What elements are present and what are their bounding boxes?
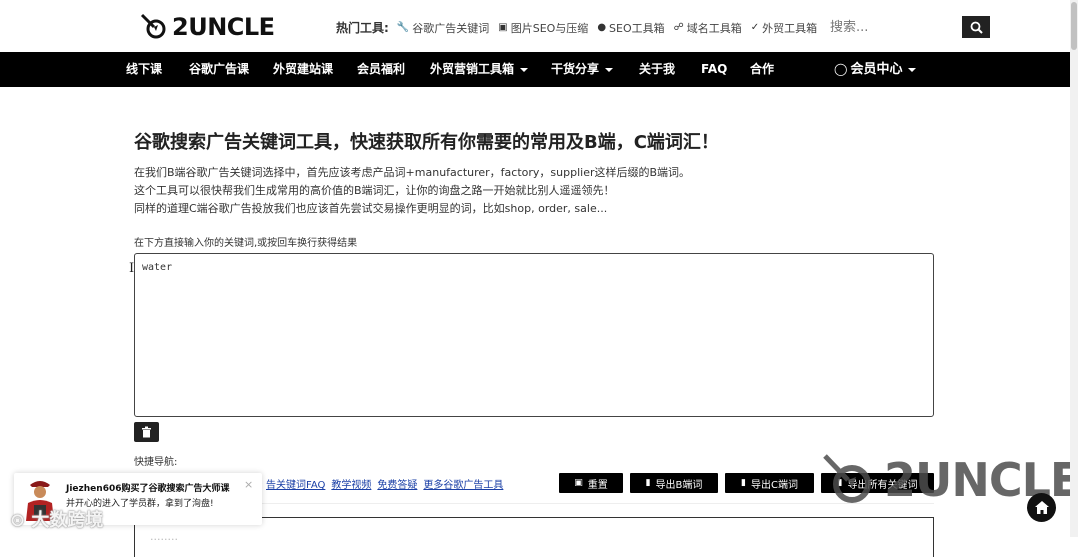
chart-icon: ▮ bbox=[741, 478, 746, 488]
nav-item-label: 外贸建站课 bbox=[273, 62, 334, 76]
hot-tools-label: 热门工具: bbox=[336, 21, 389, 35]
hot-tool-domain[interactable]: ☍ 域名工具箱 bbox=[674, 20, 742, 36]
nav-item-label: 外贸营销工具箱 bbox=[430, 62, 515, 76]
hot-tool-label: SEO工具箱 bbox=[609, 21, 665, 35]
keyword-textarea-wrapper: water bbox=[134, 253, 934, 417]
description-line: 在我们B端谷歌广告关键词选择中，首先应该考虑产品词+manufacturer，f… bbox=[134, 166, 691, 179]
hot-tool-seo[interactable]: ● SEO工具箱 bbox=[597, 20, 664, 36]
notification-title: Jiezhen606购买了谷歌搜索广告大师课 bbox=[66, 484, 230, 494]
caret-down-icon bbox=[520, 67, 529, 72]
nav-item-member-benefits[interactable]: 会员福利 bbox=[357, 52, 405, 87]
reset-label: 重置 bbox=[587, 479, 608, 491]
input-instruction: 在下方直接输入你的关键词,或按回车换行获得结果 bbox=[134, 238, 358, 249]
nav-item-label: FAQ bbox=[701, 62, 728, 76]
search-button[interactable] bbox=[962, 16, 990, 38]
page-description: 在我们B端谷歌广告关键词选择中，首先应该考虑产品词+manufacturer，f… bbox=[134, 164, 690, 218]
caret-down-icon bbox=[908, 67, 917, 72]
nav-item-cooperation[interactable]: 合作 bbox=[750, 52, 774, 87]
link-tutorial-video[interactable]: 教学视频 bbox=[331, 476, 371, 491]
scrollbar-thumb[interactable] bbox=[1071, 2, 1077, 50]
nav-member-center[interactable]: ◯ 会员中心 bbox=[834, 52, 917, 87]
reset-button[interactable]: ▣ 重置 bbox=[559, 473, 623, 493]
logo-text: 2UNCLE bbox=[172, 13, 275, 41]
hot-tool-label: 外贸工具箱 bbox=[762, 21, 818, 35]
close-icon[interactable]: × bbox=[244, 478, 253, 491]
link-keyword-faq[interactable]: 告关键词FAQ bbox=[266, 476, 325, 491]
nav-item-offline-course[interactable]: 线下课 bbox=[126, 52, 162, 87]
main-nav: 线下课 谷歌广告课 外贸建站课 会员福利 外贸营销工具箱 干货分享 关于我 FA… bbox=[0, 52, 1078, 87]
chart-icon: ▮ bbox=[645, 478, 651, 488]
export-b-button[interactable]: ▮ 导出B端词 bbox=[630, 473, 718, 493]
overlay-watermark: ⊙ 大数跨境 bbox=[10, 510, 104, 531]
export-b-label: 导出B端词 bbox=[655, 479, 703, 491]
nav-item-site-course[interactable]: 外贸建站课 bbox=[273, 52, 333, 87]
nav-item-articles[interactable]: 干货分享 bbox=[551, 52, 614, 87]
watermark-logo-mark-icon bbox=[823, 454, 871, 503]
hot-tool-image-seo[interactable]: ▣ 图片SEO与压缩 bbox=[498, 20, 588, 36]
site-logo[interactable]: 2UNCLE bbox=[140, 12, 275, 42]
domain-icon: ☍ bbox=[673, 22, 684, 33]
user-icon: ◯ bbox=[834, 62, 848, 76]
top-header: 2UNCLE 热门工具: 🔧 谷歌广告关键词 ▣ 图片SEO与压缩 ● SEO工… bbox=[0, 0, 1078, 52]
trash-icon bbox=[142, 426, 151, 438]
hot-tool-label: 域名工具箱 bbox=[686, 21, 742, 35]
quick-nav-links: 告关键词FAQ 教学视频 免费答疑 更多谷歌广告工具 bbox=[266, 476, 509, 491]
nav-item-label: 谷歌广告课 bbox=[189, 62, 250, 76]
hot-tool-label: 图片SEO与压缩 bbox=[510, 21, 589, 35]
export-c-button[interactable]: ▮ 导出C端词 bbox=[725, 473, 814, 493]
hot-tools-bar: 热门工具: 🔧 谷歌广告关键词 ▣ 图片SEO与压缩 ● SEO工具箱 ☍ 域名… bbox=[336, 19, 826, 36]
nav-item-faq[interactable]: FAQ bbox=[701, 52, 727, 87]
page-title: 谷歌搜索广告关键词工具，快速获取所有你需要的常用及B端，C端词汇！ bbox=[134, 132, 719, 153]
seo-icon: ● bbox=[597, 22, 607, 33]
nav-item-label: 干货分享 bbox=[551, 62, 600, 76]
nav-item-google-ads-course[interactable]: 谷歌广告课 bbox=[189, 52, 249, 87]
export-c-label: 导出C端词 bbox=[750, 479, 798, 491]
clear-button[interactable] bbox=[134, 422, 159, 442]
nav-item-about[interactable]: 关于我 bbox=[639, 52, 675, 87]
reset-icon: ▣ bbox=[574, 478, 583, 488]
caret-down-icon bbox=[605, 67, 614, 72]
nav-item-label: 关于我 bbox=[639, 62, 676, 76]
logo-mark-icon bbox=[140, 13, 166, 39]
site-search bbox=[822, 16, 990, 38]
text-cursor-icon: I bbox=[129, 261, 135, 276]
nav-item-marketing-tools[interactable]: 外贸营销工具箱 bbox=[430, 52, 529, 87]
quick-nav-label: 快捷导航: bbox=[134, 457, 178, 468]
hot-tool-trade[interactable]: ✓ 外贸工具箱 bbox=[751, 20, 817, 36]
keyword-textarea[interactable]: water bbox=[135, 254, 933, 416]
scrollbar-track[interactable] bbox=[1070, 0, 1078, 537]
search-input[interactable] bbox=[822, 16, 962, 38]
wrench-icon: 🔧 bbox=[396, 22, 410, 33]
overlay-watermark-text: 大数跨境 bbox=[31, 510, 104, 531]
member-center-label: 会员中心 bbox=[850, 62, 903, 77]
back-to-top-button[interactable] bbox=[1027, 493, 1056, 522]
hot-tool-keywords[interactable]: 🔧 谷歌广告关键词 bbox=[397, 20, 489, 36]
home-icon bbox=[1034, 501, 1049, 514]
description-line: 同样的道理C端谷歌广告投放我们也应该首先尝试交易操作更明显的词，比如shop, … bbox=[134, 202, 608, 215]
nav-item-label: 会员福利 bbox=[357, 62, 406, 76]
check-icon: ✓ bbox=[750, 22, 760, 33]
nav-item-label: 合作 bbox=[750, 62, 775, 76]
link-free-qa[interactable]: 免费答疑 bbox=[377, 476, 417, 491]
nav-item-label: 线下课 bbox=[126, 62, 163, 76]
description-line: 这个工具可以很快帮我们生成常用的高价值的B端词汇，让你的询盘之路一开始就比别人遥… bbox=[134, 184, 615, 197]
image-icon: ▣ bbox=[498, 22, 508, 33]
link-more-tools[interactable]: 更多谷歌广告工具 bbox=[423, 476, 503, 491]
hot-tool-label: 谷歌广告关键词 bbox=[412, 21, 490, 35]
search-icon bbox=[970, 21, 983, 34]
